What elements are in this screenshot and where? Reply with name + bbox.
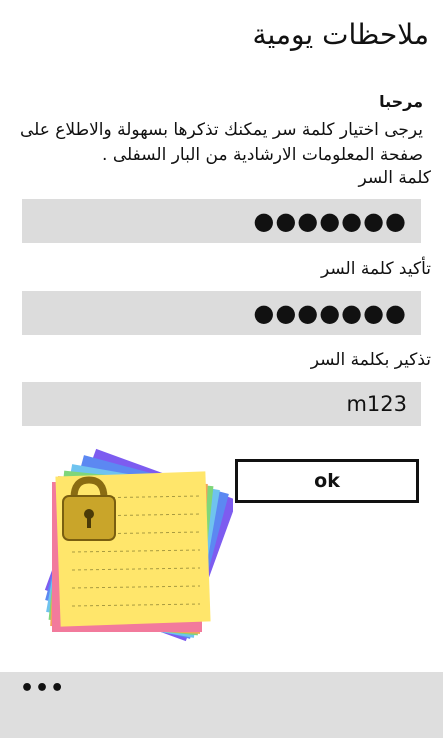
app-bar: ••• — [0, 672, 443, 738]
yellow-note — [55, 471, 211, 627]
password-label: كلمة السر — [358, 168, 431, 188]
sticky-notes-lock-icon — [44, 448, 233, 642]
welcome-heading: مرحبا — [379, 92, 423, 111]
ok-button[interactable]: ok — [235, 459, 419, 503]
more-options-button[interactable]: ••• — [20, 676, 65, 701]
password-hint-field[interactable]: m123 — [22, 382, 421, 426]
password-hint-label: تذكير بكلمة السر — [310, 350, 431, 370]
intro-description: يرجى اختيار كلمة سر يمكنك تذكرها بسهولة … — [19, 120, 423, 165]
confirm-password-label: تأكيد كلمة السر — [321, 259, 431, 279]
page-title: ملاحظات يومية — [252, 18, 430, 51]
password-field[interactable]: ●●●●●●● — [22, 199, 421, 243]
confirm-password-field[interactable]: ●●●●●●● — [22, 291, 421, 335]
